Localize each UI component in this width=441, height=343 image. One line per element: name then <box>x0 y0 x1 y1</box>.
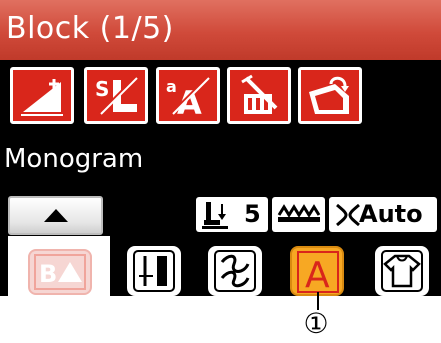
stitch-length-button[interactable]: S <box>84 67 148 124</box>
enlarge-button[interactable] <box>10 67 74 124</box>
thread-tension-icon <box>336 203 360 227</box>
presser-foot-value: 5 <box>244 200 261 228</box>
feed-dog-setting[interactable] <box>272 197 325 232</box>
stitch-pattern-icon <box>133 250 175 292</box>
garment-icon <box>381 250 423 292</box>
save-button[interactable] <box>298 67 362 124</box>
presser-foot-icon <box>202 202 228 229</box>
tab-decorative[interactable] <box>208 246 262 296</box>
tab-stitch-pattern[interactable] <box>127 246 181 296</box>
delete-icon <box>241 74 278 114</box>
thread-tension-setting[interactable]: Auto <box>329 197 437 232</box>
svg-text:B: B <box>39 260 57 288</box>
title-bar: Block (1/5) <box>0 0 441 60</box>
lcd-screen: Block (1/5) S a A Monogram 5 Auto B A <box>0 0 441 296</box>
tab-garment[interactable] <box>375 246 429 296</box>
letter-size-icon: a A <box>166 76 210 117</box>
save-icon <box>309 76 349 114</box>
letter-a-icon: A <box>297 251 339 294</box>
letter-size-button[interactable]: a A <box>156 67 220 124</box>
svg-text:a: a <box>166 77 177 96</box>
block-letter-icon: B <box>34 254 86 290</box>
page-title: Block (1/5) <box>6 11 174 46</box>
scroll-up-button[interactable] <box>8 196 103 235</box>
tab-block-letter[interactable]: B <box>28 249 92 295</box>
presser-foot-setting[interactable]: 5 <box>196 197 268 232</box>
decorative-icon <box>214 250 256 292</box>
tab-letter-a[interactable]: A <box>290 246 344 296</box>
svg-text:A: A <box>305 255 330 294</box>
up-arrow-icon <box>44 209 68 222</box>
enlarge-icon <box>21 79 63 116</box>
auto-label: Auto <box>359 200 423 228</box>
delete-button[interactable] <box>227 67 291 124</box>
stitch-length-icon: S <box>95 76 138 116</box>
callout-number: ① <box>303 307 329 340</box>
section-label: Monogram <box>4 144 144 174</box>
svg-text:S: S <box>95 77 109 101</box>
feed-dog-icon <box>277 204 321 222</box>
